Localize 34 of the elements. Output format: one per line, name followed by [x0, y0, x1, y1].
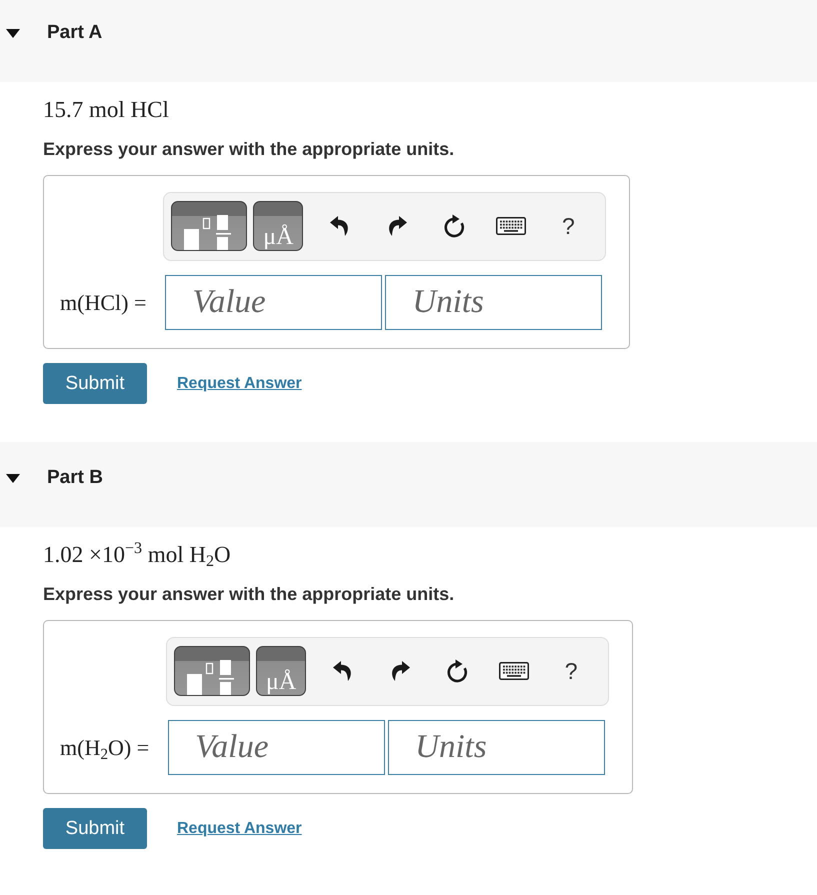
- units-button[interactable]: μÅ: [253, 201, 304, 251]
- units-button[interactable]: μÅ: [256, 646, 306, 696]
- redo-icon: [389, 660, 412, 682]
- keyboard-icon: [499, 662, 530, 680]
- help-button[interactable]: ?: [546, 204, 590, 248]
- question-quantity: 15.7 mol HCl: [43, 97, 170, 123]
- templates-button[interactable]: [171, 201, 248, 251]
- part-header[interactable]: Part B: [0, 442, 817, 527]
- units-field[interactable]: Units: [388, 720, 606, 775]
- reset-icon: [442, 213, 466, 239]
- part-header[interactable]: Part A: [0, 0, 817, 82]
- submit-button[interactable]: Submit: [43, 363, 147, 404]
- answer-label: m(H$_{2}$O) =: [60, 734, 150, 760]
- caret-down-icon[interactable]: [6, 29, 20, 38]
- submit-button[interactable]: Submit: [43, 808, 147, 849]
- value-field[interactable]: Value: [168, 720, 386, 775]
- redo-icon: [386, 215, 408, 237]
- units-field[interactable]: Units: [385, 275, 602, 330]
- keyboard-icon: [496, 217, 526, 235]
- request-answer-link[interactable]: Request Answer: [177, 820, 302, 838]
- template-icon: [184, 215, 232, 250]
- reset-icon: [445, 658, 470, 684]
- instruction-text: Express your answer with the appropriate units.: [43, 583, 456, 605]
- templates-button[interactable]: [174, 646, 250, 696]
- part-title: Part A: [47, 22, 102, 44]
- answer-label: m(HCl) =: [60, 290, 146, 316]
- template-icon: [187, 660, 234, 695]
- question-quantity: 1.02 ×10$^{−3}$ mol H$_{2}$O: [43, 542, 232, 568]
- request-answer-link[interactable]: Request Answer: [177, 374, 302, 392]
- value-field[interactable]: Value: [165, 275, 382, 330]
- part-title: Part B: [47, 467, 103, 489]
- instruction-text: Express your answer with the appropriate units.: [43, 138, 456, 160]
- help-button[interactable]: ?: [549, 649, 594, 693]
- caret-down-icon[interactable]: [6, 474, 20, 483]
